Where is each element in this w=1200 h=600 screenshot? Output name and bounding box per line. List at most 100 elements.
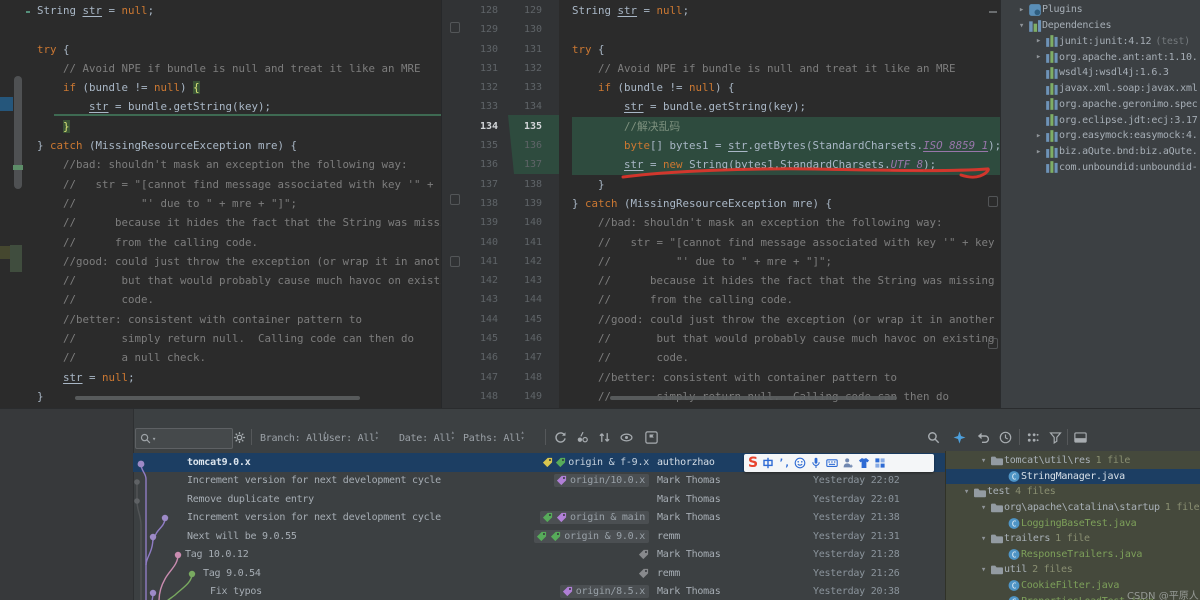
file-tree-row[interactable]: ▾test4 files (946, 484, 1200, 500)
commit-row[interactable]: Fix typosorigin/8.5.xMark ThomasYesterda… (133, 583, 945, 600)
commit-row[interactable]: Tag 10.0.12Mark ThomasYesterday 21:28 (133, 546, 945, 565)
file-tree-label: StringManager.java (1021, 471, 1125, 482)
editor-scrollbar-thumb[interactable] (14, 76, 22, 189)
commit-row[interactable]: Increment version for next development c… (133, 509, 945, 528)
group-by-button[interactable] (1026, 431, 1039, 444)
tree-expand-icon[interactable]: ▾ (977, 565, 990, 575)
log-settings-button[interactable] (233, 431, 246, 444)
file-tree-row[interactable]: LoggingBaseTest.java (946, 515, 1200, 531)
bookmark-button[interactable] (645, 431, 658, 444)
punctuation-icon[interactable]: ’, (778, 458, 790, 469)
file-tree-row[interactable]: ▾util2 files (946, 562, 1200, 578)
folder-icon (990, 501, 1004, 514)
deep-compare-button[interactable] (576, 431, 589, 444)
diff-left-pane[interactable]: String str = null; try { // Avoid NPE if… (30, 0, 441, 408)
code-line: } catch (MissingResourceException mre) { (37, 136, 441, 155)
gutter-marker-icon[interactable] (988, 196, 998, 207)
deps-tree-item[interactable]: org.apache.geronimo.spec (1001, 97, 1200, 113)
lib-icon (1045, 50, 1059, 64)
gutter-line-numbers: 130131 (442, 40, 560, 59)
commit-row[interactable]: Increment version for next development c… (133, 472, 945, 491)
gutter-line-numbers: 134135 (442, 117, 560, 136)
refresh-button[interactable] (554, 431, 567, 444)
code-segment: // Avoid NPE if bundle is null and treat… (37, 62, 421, 75)
tree-expand-icon[interactable]: ▾ (1015, 21, 1028, 31)
skin-icon[interactable] (858, 457, 870, 469)
commit-row[interactable]: Remove duplicate entryMark ThomasYesterd… (133, 490, 945, 509)
tree-expand-icon[interactable]: ▾ (977, 534, 990, 544)
diff-right-pane[interactable]: String str = null; try { // Avoid NPE if… (559, 0, 1000, 408)
deps-tree-item[interactable]: org.eclipse.jdt:ecj:3.17 (1001, 112, 1200, 128)
right-line-number: 148 (502, 368, 542, 387)
search-dropdown-arrow[interactable]: ▾ (152, 435, 156, 443)
gutter-marker-icon[interactable] (450, 256, 460, 267)
tree-expand-icon[interactable]: ▸ (1032, 36, 1045, 46)
commit-row[interactable]: Next will be 9.0.55origin & 9.0.xremmYes… (133, 527, 945, 546)
sogou-logo-icon[interactable]: S (748, 456, 758, 470)
code-segment: byte (572, 139, 650, 152)
gutter-marker-icon[interactable] (988, 338, 998, 349)
file-tree-row[interactable]: ▾trailers1 file (946, 531, 1200, 547)
deps-tree-item[interactable]: ▸org.apache.ant:ant:1.10. (1001, 49, 1200, 65)
voice-input-icon[interactable] (810, 457, 822, 469)
filter-files-button[interactable] (1049, 431, 1062, 444)
filter-value[interactable]: All (503, 433, 520, 444)
code-segment: ); (988, 139, 1000, 152)
soft-keyboard-icon[interactable] (826, 457, 838, 469)
deps-tree-item[interactable]: com.unboundid:unboundid- (1001, 160, 1200, 176)
gutter-marker-icon[interactable] (450, 194, 460, 205)
file-count-suffix: 1 file (1165, 502, 1200, 513)
code-segment (37, 371, 63, 384)
rollback-button[interactable] (977, 431, 990, 444)
left-hscrollbar[interactable] (75, 396, 360, 400)
filter-value[interactable]: All (306, 433, 323, 444)
commit-row[interactable]: Tag 9.0.54remmYesterday 21:26 (133, 564, 945, 583)
chinese-mode-icon[interactable] (762, 457, 774, 469)
file-tree-row[interactable]: ▾tomcat\util\res1 file (946, 453, 1200, 469)
account-icon[interactable] (842, 457, 854, 469)
deps-tree-item[interactable]: ▸biz.aQute.bnd:biz.aQute. (1001, 144, 1200, 160)
filter-value[interactable]: All (434, 433, 451, 444)
commit-date: Yesterday 22:01 (813, 494, 945, 505)
code-segment: (bundle != (611, 81, 689, 94)
deps-tree-item[interactable]: javax.xml.soap:javax.xml (1001, 81, 1200, 97)
filter-value[interactable]: All (358, 433, 375, 444)
collapse-panel-button[interactable] (1074, 431, 1087, 444)
more-tools-icon[interactable] (874, 457, 886, 469)
deps-tree-item[interactable]: ▸junit:junit:4.12(test) (1001, 34, 1200, 50)
deps-tree-item[interactable]: ▸org.easymock:easymock:4. (1001, 128, 1200, 144)
sort-button[interactable] (598, 431, 611, 444)
ime-toolbar[interactable]: S ’, (744, 454, 934, 472)
tree-expand-icon[interactable]: ▸ (1015, 5, 1028, 15)
tree-expand-icon[interactable]: ▸ (1032, 131, 1045, 141)
stripe-marker-olive1 (0, 246, 10, 259)
deps-tree-item[interactable]: ▾Dependencies (1001, 18, 1200, 34)
lib-icon (1045, 97, 1059, 111)
log-find-button[interactable] (927, 431, 940, 444)
log-filter-date[interactable]: Date: All▴▾ (399, 430, 454, 444)
file-tree-row[interactable]: ResponseTrailers.java (946, 547, 1200, 563)
file-tree-row[interactable]: StringManager.java (946, 469, 1200, 485)
code-segment: null (689, 81, 715, 94)
right-hscrollbar[interactable] (610, 396, 897, 400)
code-segment: } (37, 139, 50, 152)
left-line-number: 136 (442, 155, 498, 174)
log-filter-branch[interactable]: Branch: All▴▾ (260, 430, 327, 444)
preview-diff-button[interactable] (620, 431, 633, 444)
tree-expand-icon[interactable]: ▸ (1032, 52, 1045, 62)
tree-expand-icon[interactable]: ▾ (960, 487, 973, 497)
right-line-number: 137 (502, 155, 542, 174)
log-filter-paths[interactable]: Paths: All▴▾ (463, 430, 524, 444)
log-search-input[interactable]: ▾ (135, 428, 233, 449)
highlight-commits-button[interactable] (953, 431, 966, 444)
emoji-icon[interactable] (794, 457, 806, 469)
tree-expand-icon[interactable]: ▾ (977, 456, 990, 466)
deps-tree-item[interactable]: wsdl4j:wsdl4j:1.6.3 (1001, 65, 1200, 81)
history-button[interactable] (999, 431, 1012, 444)
tree-expand-icon[interactable]: ▾ (977, 503, 990, 513)
file-tree-row[interactable]: ▾org\apache\catalina\startup1 file (946, 500, 1200, 516)
log-filter-user[interactable]: User: All▴▾ (323, 430, 378, 444)
deps-tree-item[interactable]: ▸Plugins (1001, 2, 1200, 18)
tree-expand-icon[interactable]: ▸ (1032, 147, 1045, 157)
gutter-marker-icon[interactable] (450, 22, 460, 33)
